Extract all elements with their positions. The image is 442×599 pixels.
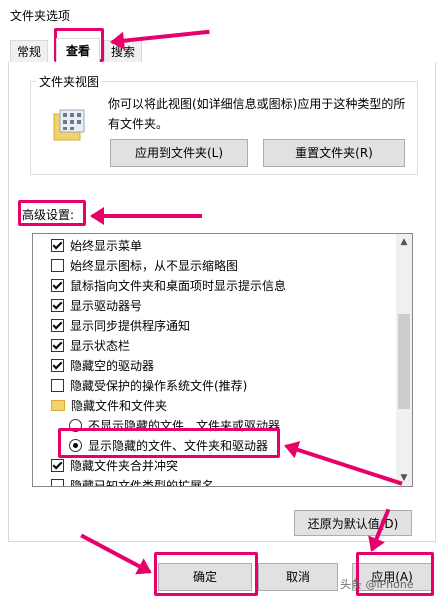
list-item[interactable]: 显示驱动器号	[51, 296, 142, 316]
checkbox-unchecked-icon[interactable]	[51, 479, 64, 486]
window-title: 文件夹选项	[10, 9, 71, 23]
list-item[interactable]: 显示状态栏	[51, 336, 130, 356]
reset-folders-button[interactable]: 重置文件夹(R)	[263, 139, 405, 167]
list-item-label: 显示同步提供程序通知	[70, 319, 191, 333]
list-item-label: 鼠标指向文件夹和桌面项时显示提示信息	[70, 279, 287, 293]
list-item[interactable]: 隐藏已知文件类型的扩展名	[51, 476, 215, 487]
list-item-label: 显示状态栏	[70, 339, 131, 353]
list-item[interactable]: 隐藏空的驱动器	[51, 356, 154, 376]
checkbox-checked-icon[interactable]	[51, 299, 64, 312]
list-item[interactable]: 显示同步提供程序通知	[51, 316, 190, 336]
list-item[interactable]: 隐藏受保护的操作系统文件(推荐)	[51, 376, 247, 396]
scroll-up-arrow-icon[interactable]: ▲	[396, 234, 412, 250]
list-item-label: 显示驱动器号	[70, 299, 143, 313]
list-item[interactable]: 始终显示菜单	[51, 236, 142, 256]
restore-defaults-button[interactable]: 还原为默认值(D)	[294, 510, 412, 536]
folder-view-icon	[53, 109, 85, 141]
checkbox-checked-icon[interactable]	[51, 279, 64, 292]
checkbox-checked-icon[interactable]	[51, 459, 64, 472]
list-item[interactable]: 隐藏文件夹合并冲突	[51, 456, 178, 476]
tab-view[interactable]: 查看	[56, 38, 100, 62]
list-item-label: 隐藏已知文件类型的扩展名	[70, 479, 215, 487]
checkbox-checked-icon[interactable]	[51, 239, 64, 252]
cancel-button[interactable]: 取消	[258, 563, 338, 591]
list-item-label: 隐藏受保护的操作系统文件(推荐)	[70, 379, 248, 393]
scroll-thumb[interactable]	[398, 314, 410, 409]
highlight-advanced-label	[18, 200, 86, 226]
highlight-ok-button	[154, 552, 258, 596]
list-item-label: 隐藏空的驱动器	[70, 359, 155, 373]
list-item-label: 始终显示图标，从不显示缩略图	[70, 259, 239, 273]
folder-views-description: 你可以将此视图(如详细信息或图标)应用于这种类型的所有文件夹。	[108, 97, 406, 131]
folder-icon	[51, 400, 65, 411]
checkbox-unchecked-icon[interactable]	[51, 379, 64, 392]
checkbox-checked-icon[interactable]	[51, 339, 64, 352]
list-item-label: 始终显示菜单	[70, 239, 143, 253]
highlight-show-hidden-option	[58, 428, 280, 458]
tab-general[interactable]: 常规	[10, 40, 48, 63]
folder-views-title: 文件夹视图	[36, 73, 103, 90]
list-item[interactable]: 隐藏文件和文件夹	[51, 396, 167, 416]
list-scrollbar[interactable]: ▲ ▼	[396, 234, 412, 486]
arrow-icon	[90, 207, 202, 225]
list-item[interactable]: 鼠标指向文件夹和桌面项时显示提示信息	[51, 276, 286, 296]
checkbox-checked-icon[interactable]	[51, 359, 64, 372]
apply-to-folders-button[interactable]: 应用到文件夹(L)	[110, 139, 248, 167]
watermark: 头条 @iPhone	[340, 578, 414, 591]
list-item[interactable]: 始终显示图标，从不显示缩略图	[51, 256, 238, 276]
checkbox-checked-icon[interactable]	[51, 319, 64, 332]
list-item-label: 隐藏文件夹合并冲突	[70, 459, 179, 473]
checkbox-unchecked-icon[interactable]	[51, 259, 64, 272]
list-item-label: 隐藏文件和文件夹	[71, 399, 168, 413]
